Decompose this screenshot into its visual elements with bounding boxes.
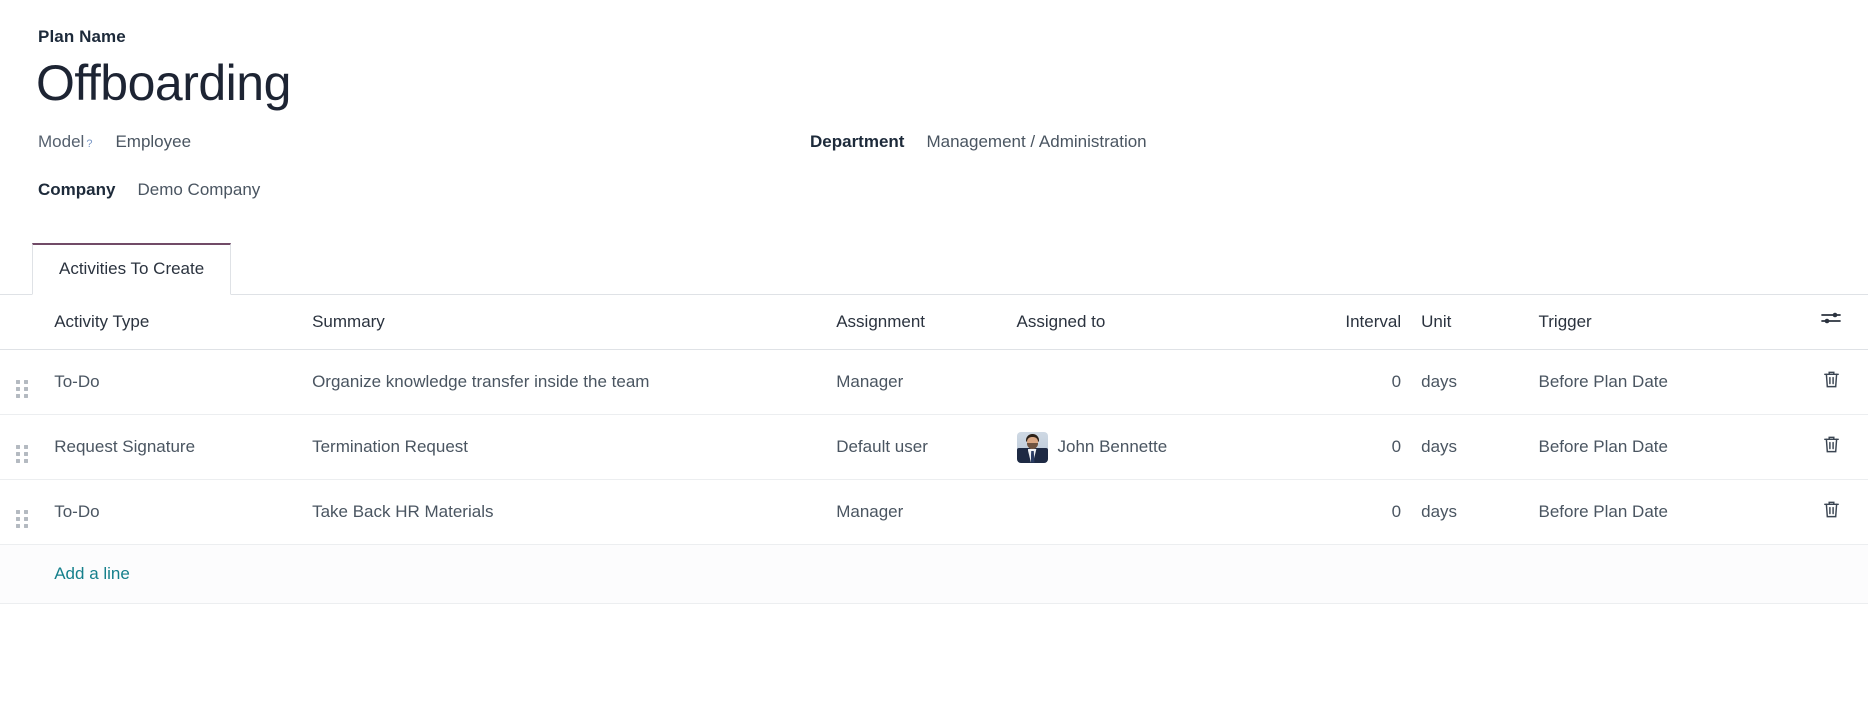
cell-interval[interactable]: 0 (1314, 480, 1415, 545)
model-label: Model (38, 130, 84, 154)
field-company: Company Demo Company (38, 178, 810, 202)
avatar (1017, 432, 1048, 463)
cell-assigned-to[interactable] (1011, 350, 1315, 415)
drag-handle-icon[interactable] (16, 510, 28, 528)
cell-assignment[interactable]: Manager (830, 350, 1010, 415)
company-value[interactable]: Demo Company (137, 178, 260, 202)
cell-activity-type[interactable]: Request Signature (48, 415, 306, 480)
cell-assignment[interactable]: Manager (830, 480, 1010, 545)
cell-assigned-to[interactable]: John Bennette (1011, 415, 1315, 480)
field-column-right: Department Management / Administration (810, 130, 1830, 226)
row-drag-cell (0, 480, 48, 545)
assigned-to-name: John Bennette (1058, 434, 1168, 460)
cell-activity-type[interactable]: To-Do (48, 350, 306, 415)
trash-icon[interactable] (1821, 368, 1842, 391)
cell-unit[interactable]: days (1415, 415, 1532, 480)
notebook-tab-strip: Activities To Create (0, 242, 1868, 294)
cell-assigned-to[interactable] (1011, 480, 1315, 545)
drag-handle-icon[interactable] (16, 445, 28, 463)
add-line-cell: Add a line (48, 545, 1868, 604)
department-value[interactable]: Management / Administration (926, 130, 1146, 154)
header-assigned-to[interactable]: Assigned to (1011, 295, 1315, 350)
tab-label: Activities To Create (59, 259, 204, 278)
cell-actions (1795, 415, 1868, 480)
cell-interval[interactable]: 0 (1314, 415, 1415, 480)
cell-activity-type[interactable]: To-Do (48, 480, 306, 545)
header-optional-columns (1795, 295, 1868, 350)
field-column-left: Model ? Employee Company Demo Company (38, 130, 810, 226)
header-trigger[interactable]: Trigger (1533, 295, 1795, 350)
title-block: Plan Name Offboarding (0, 26, 1868, 114)
header-summary[interactable]: Summary (306, 295, 830, 350)
cell-summary[interactable]: Termination Request (306, 415, 830, 480)
cell-unit[interactable]: days (1415, 350, 1532, 415)
field-department: Department Management / Administration (810, 130, 1830, 154)
sliders-icon[interactable] (1820, 309, 1842, 327)
cell-interval[interactable]: 0 (1314, 350, 1415, 415)
table-row[interactable]: To-Do Take Back HR Materials Manager 0 d… (0, 480, 1868, 545)
header-interval[interactable]: Interval (1314, 295, 1415, 350)
row-drag-cell (0, 350, 48, 415)
cell-actions (1795, 480, 1868, 545)
header-assignment[interactable]: Assignment (830, 295, 1010, 350)
field-grid: Model ? Employee Company Demo Company De… (0, 130, 1868, 226)
cell-trigger[interactable]: Before Plan Date (1533, 480, 1795, 545)
model-value[interactable]: Employee (115, 130, 191, 154)
department-label: Department (810, 130, 904, 154)
trash-icon[interactable] (1821, 433, 1842, 456)
list-header: Activity Type Summary Assignment Assigne… (0, 295, 1868, 350)
drag-handle-icon[interactable] (16, 380, 28, 398)
header-activity-type[interactable]: Activity Type (48, 295, 306, 350)
activities-list-table: Activity Type Summary Assignment Assigne… (0, 295, 1868, 604)
cell-unit[interactable]: days (1415, 480, 1532, 545)
form-sheet: Plan Name Offboarding Model ? Employee C… (0, 0, 1868, 701)
add-line-spacer (0, 545, 48, 604)
header-row: Activity Type Summary Assignment Assigne… (0, 295, 1868, 350)
plan-name-value[interactable]: Offboarding (36, 52, 1830, 114)
cell-trigger[interactable]: Before Plan Date (1533, 350, 1795, 415)
plan-name-label: Plan Name (38, 26, 1830, 48)
table-row[interactable]: To-Do Organize knowledge transfer inside… (0, 350, 1868, 415)
field-model: Model ? Employee (38, 130, 810, 154)
cell-summary[interactable]: Take Back HR Materials (306, 480, 830, 545)
notebook: Activities To Create Activity Type Summa… (0, 242, 1868, 604)
tab-activities-to-create[interactable]: Activities To Create (32, 243, 231, 295)
cell-actions (1795, 350, 1868, 415)
add-line-row[interactable]: Add a line (0, 545, 1868, 604)
cell-summary[interactable]: Organize knowledge transfer inside the t… (306, 350, 830, 415)
header-drag (0, 295, 48, 350)
table-row[interactable]: Request Signature Termination Request De… (0, 415, 1868, 480)
list-body: To-Do Organize knowledge transfer inside… (0, 350, 1868, 604)
header-unit[interactable]: Unit (1415, 295, 1532, 350)
row-drag-cell (0, 415, 48, 480)
company-label: Company (38, 178, 115, 202)
cell-assignment[interactable]: Default user (830, 415, 1010, 480)
add-a-line-link[interactable]: Add a line (54, 561, 130, 587)
cell-trigger[interactable]: Before Plan Date (1533, 415, 1795, 480)
model-help-icon[interactable]: ? (86, 139, 92, 150)
trash-icon[interactable] (1821, 498, 1842, 521)
